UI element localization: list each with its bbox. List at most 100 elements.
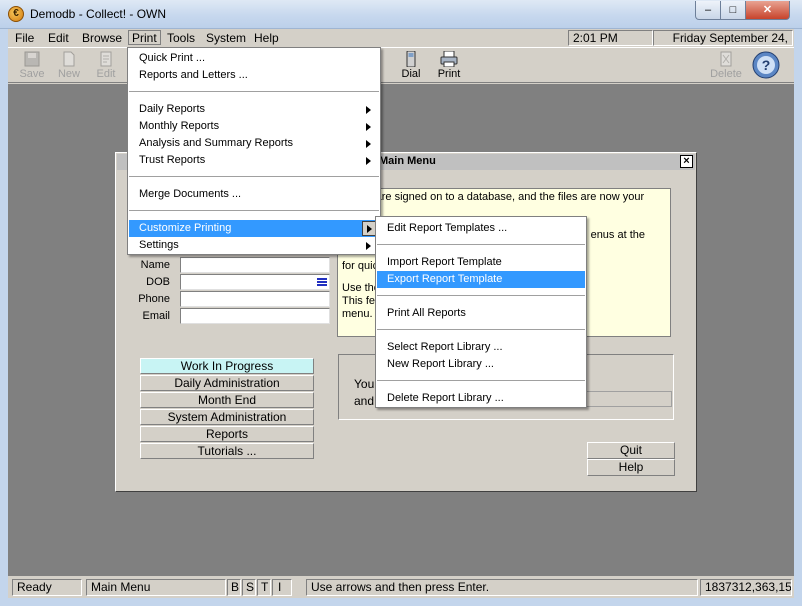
svg-text:?: ? [762,57,771,73]
help-dialog-button[interactable]: Help [587,459,675,476]
menu-separator [377,295,585,296]
print-button[interactable]: Print [431,49,467,82]
dialog-title: Main Menu [379,155,436,167]
help-button[interactable]: ? [748,49,784,82]
menu-new-report-library[interactable]: New Report Library ... [377,356,585,373]
minimize-button[interactable]: – [695,1,721,20]
status-hint: Use arrows and then press Enter. [306,579,698,596]
menu-file[interactable]: File [12,31,37,46]
menu-monthly-reports-label: Monthly Reports [139,120,220,132]
menu-tools[interactable]: Tools [164,31,198,46]
close-button[interactable]: ✕ [745,1,790,20]
info-text-1: e! You are signed on to a database, and … [342,191,645,216]
menu-separator [129,176,379,177]
menu-print[interactable]: Print [128,30,161,45]
edit-document-icon [100,51,112,67]
dial-button[interactable]: Dial [393,49,429,82]
maximize-button[interactable]: □ [720,1,746,20]
email-field[interactable] [180,308,330,324]
printer-icon [440,51,458,67]
welcome-value-field [582,391,672,407]
system-administration-button[interactable]: System Administration [140,409,314,425]
menu-quick-print[interactable]: Quick Print ... [129,50,379,67]
date-display: Friday September 24, 2010 [653,30,793,59]
new-label: New [57,68,80,80]
reports-button[interactable]: Reports [140,426,314,442]
collect-app-icon[interactable]: € [8,6,24,22]
name-label: Name [140,259,170,271]
dob-field[interactable] [180,274,330,290]
print-menu: Quick Print ... Reports and Letters ... … [127,47,381,255]
submenu-arrow-icon [366,157,371,165]
menu-separator [377,244,585,245]
delete-button[interactable]: Delete [708,49,744,82]
status-coordinates: 1837312,363,155 [700,579,792,596]
window-title: Demodb - Collect! - OWN [30,7,167,21]
quit-button[interactable]: Quit [587,442,675,459]
menu-bar: File Edit Browse Print Tools System Help… [8,29,794,59]
menu-select-report-library[interactable]: Select Report Library ... [377,339,585,356]
new-document-icon [63,51,75,67]
phone-field[interactable] [180,291,330,307]
status-flag-i: I [272,579,292,596]
menu-separator [377,329,585,330]
submenu-arrow-icon [366,106,371,114]
dial-label: Dial [401,68,421,80]
menu-settings-label: Settings [139,239,179,251]
status-bar: Ready Main Menu B S T I Use arrows and t… [8,576,794,598]
menu-settings[interactable]: Settings [129,237,379,254]
menu-browse[interactable]: Browse [79,31,125,46]
menu-separator [377,380,585,381]
tutorials-button[interactable]: Tutorials ... [140,443,314,459]
menu-print-all-reports[interactable]: Print All Reports [377,305,585,322]
status-flag-b: B [227,579,241,596]
menu-edit-report-templates[interactable]: Edit Report Templates ... [377,220,585,237]
menu-merge-documents[interactable]: Merge Documents ... [129,186,379,203]
phone-icon [406,51,416,67]
toolbar: Save New Edit Dial Print Delete ? [8,47,794,83]
window-frame-bottom [0,598,802,606]
daily-administration-button[interactable]: Daily Administration [140,375,314,391]
work-in-progress-button[interactable]: Work In Progress [140,358,314,374]
menu-trust-reports-label: Trust Reports [139,154,206,166]
edit-label: Edit [96,68,116,80]
menu-separator [129,91,379,92]
menu-import-report-template[interactable]: Import Report Template [377,254,585,271]
menu-edit[interactable]: Edit [45,31,72,46]
menu-help[interactable]: Help [251,31,282,46]
time-display: 2:01 PM [568,30,653,46]
status-flag-s: S [242,579,256,596]
menu-customize-printing[interactable]: Customize Printing [129,220,379,237]
calendar-list-icon[interactable] [317,278,327,286]
submenu-arrow-icon [367,225,372,233]
delete-icon [720,51,732,67]
dialog-close-button[interactable]: × [680,155,693,168]
status-ready: Ready [12,579,82,596]
menu-separator [129,210,379,211]
status-screen: Main Menu [86,579,226,596]
menu-system[interactable]: System [203,31,249,46]
menu-reports-and-letters[interactable]: Reports and Letters ... [129,67,379,84]
help-question-icon: ? [752,51,780,79]
edit-button[interactable]: Edit [88,49,124,82]
menu-monthly-reports[interactable]: Monthly Reports [129,118,379,135]
menu-analysis-summary-label: Analysis and Summary Reports [139,137,294,149]
dob-label: DOB [146,276,170,288]
save-button[interactable]: Save [14,49,50,82]
month-end-button[interactable]: Month End [140,392,314,408]
delete-label: Delete [710,68,742,80]
menu-daily-reports[interactable]: Daily Reports [129,101,379,118]
save-icon [24,51,40,67]
menu-trust-reports[interactable]: Trust Reports [129,152,379,169]
phone-label: Phone [138,293,170,305]
title-bar: € Demodb - Collect! - OWN – □ ✕ [0,0,802,29]
welcome-line-1: You [354,377,375,391]
submenu-arrow-icon [366,242,371,250]
menu-export-report-template[interactable]: Export Report Template [377,271,585,288]
menu-analysis-summary-reports[interactable]: Analysis and Summary Reports [129,135,379,152]
new-button[interactable]: New [51,49,87,82]
window-frame-right [794,29,802,606]
menu-delete-report-library[interactable]: Delete Report Library ... [377,390,585,407]
name-field[interactable] [180,257,330,273]
window-frame-left [0,29,8,606]
